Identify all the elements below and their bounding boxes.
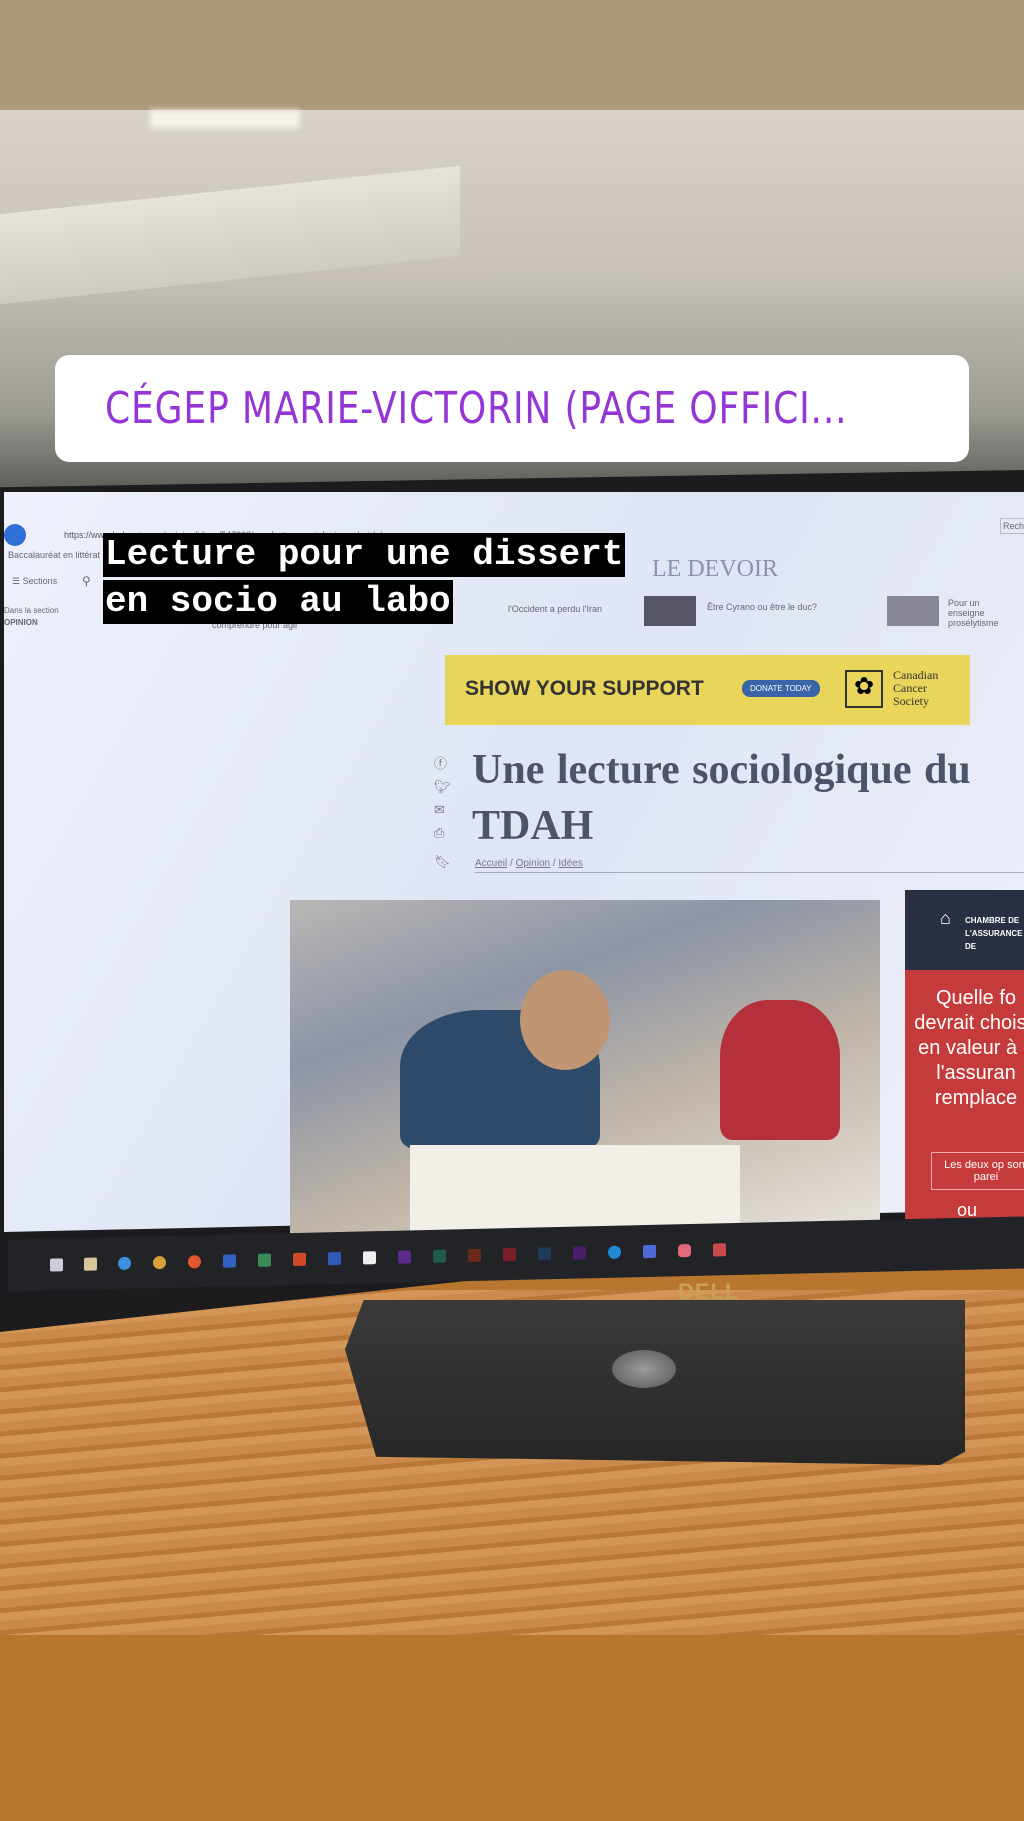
boy-head [520,970,610,1070]
photoshop-icon[interactable] [538,1247,551,1261]
word-icon[interactable] [328,1251,341,1266]
app-icon[interactable] [608,1245,621,1259]
internet-explorer-icon[interactable] [118,1256,131,1271]
app-icon[interactable] [678,1244,691,1258]
breadcrumb: Accueil / Opinion / Idées [475,858,583,869]
print-icon[interactable]: ⎙ [434,821,452,844]
ceiling-light [150,110,300,128]
email-icon[interactable]: ✉ [434,798,452,821]
font-app-icon[interactable] [363,1251,376,1265]
chrome-icon[interactable] [153,1255,166,1270]
headline-thumbnail[interactable] [644,596,696,626]
location-name: CÉGEP MARIE-VICTORIN (PAGE OFFICI... [105,383,848,434]
dell-logo: DELL [678,1279,740,1304]
le-devoir-logo[interactable]: LE DEVOIR [652,556,778,583]
app-icon[interactable] [713,1243,726,1257]
in-section-label: Dans la section [4,606,59,615]
house-logo-icon: ⌂ [940,908,951,928]
divider [475,872,1024,873]
start-icon[interactable] [50,1258,63,1272]
powerpoint-icon[interactable] [293,1252,306,1267]
breadcrumb-ideas[interactable]: Idées [558,858,582,869]
ad-option-button[interactable]: Les deux op sont parei [931,1152,1024,1190]
adobe-app-icon[interactable] [398,1250,411,1264]
girl-figure [720,1000,840,1140]
cancer-society-ad[interactable]: SHOW YOUR SUPPORT DONATE TODAY ✿ Canadia… [445,655,970,725]
headline-link[interactable]: l'Occident a perdu l'Iran [508,604,602,614]
adobe-app-icon[interactable] [503,1248,516,1262]
ad-headline: SHOW YOUR SUPPORT [465,677,704,700]
ad-question: Quelle fo devrait choisir en valeur à n … [914,987,1024,1109]
adobe-app-icon[interactable] [433,1249,446,1263]
app-icon[interactable] [643,1244,656,1259]
breadcrumb-opinion[interactable]: Opinion [516,858,550,869]
section-name[interactable]: OPINION [4,618,38,627]
adobe-app-icon[interactable] [468,1248,481,1263]
daffodil-logo-icon: ✿ [845,670,883,708]
top-band [0,0,1024,110]
excel-icon[interactable] [258,1253,271,1267]
file-explorer-icon[interactable] [84,1257,97,1271]
bottom-band [0,1635,1024,1821]
ad-sponsor: Canadian Cancer Society [893,668,939,708]
facebook-icon[interactable]: ⓕ [434,752,452,775]
sections-menu[interactable]: ☰ Sections [12,576,57,587]
twitter-icon[interactable]: 🐦︎ [434,775,452,798]
ad-org: CHAMBRE DE L'ASSURANCE DE DOMMAGES [965,916,1023,956]
insurance-side-ad[interactable]: ⌂ CHAMBRE DE L'ASSURANCE DE DOMMAGES Que… [905,890,1024,1230]
breadcrumb-home[interactable]: Accueil [475,858,507,869]
bookmark-icon[interactable]: 🔖︎ [434,850,452,873]
outlook-icon[interactable] [223,1254,236,1268]
search-icon[interactable]: ⚲ [82,574,91,588]
sections-label: Sections [22,576,58,586]
premiere-icon[interactable] [573,1246,586,1260]
headline-link[interactable]: Être Cyrano ou être le duc? [707,602,817,612]
story-caption-line: en socio au labo [103,580,453,624]
headline-link[interactable]: Pour un enseigne prosélytisme [948,598,1018,628]
article-photo-classroom [290,900,880,1245]
browser-tab[interactable]: Baccalauréat en littérat [8,550,100,560]
stand-knob [612,1350,676,1388]
donate-button[interactable]: DONATE TODAY [742,680,820,697]
location-sticker[interactable]: CÉGEP MARIE-VICTORIN (PAGE OFFICI... [55,355,969,462]
share-toolbar: ⓕ 🐦︎ ✉ ⎙ 🔖︎ [434,752,452,873]
story-caption-line: Lecture pour une dissert [103,533,626,577]
firefox-icon[interactable] [188,1255,201,1269]
headline-thumbnail[interactable] [887,596,939,626]
article-title: Une lecture sociologique du TDAH [472,747,971,849]
back-button[interactable] [4,524,26,546]
search-box[interactable]: Reche [1000,518,1024,534]
